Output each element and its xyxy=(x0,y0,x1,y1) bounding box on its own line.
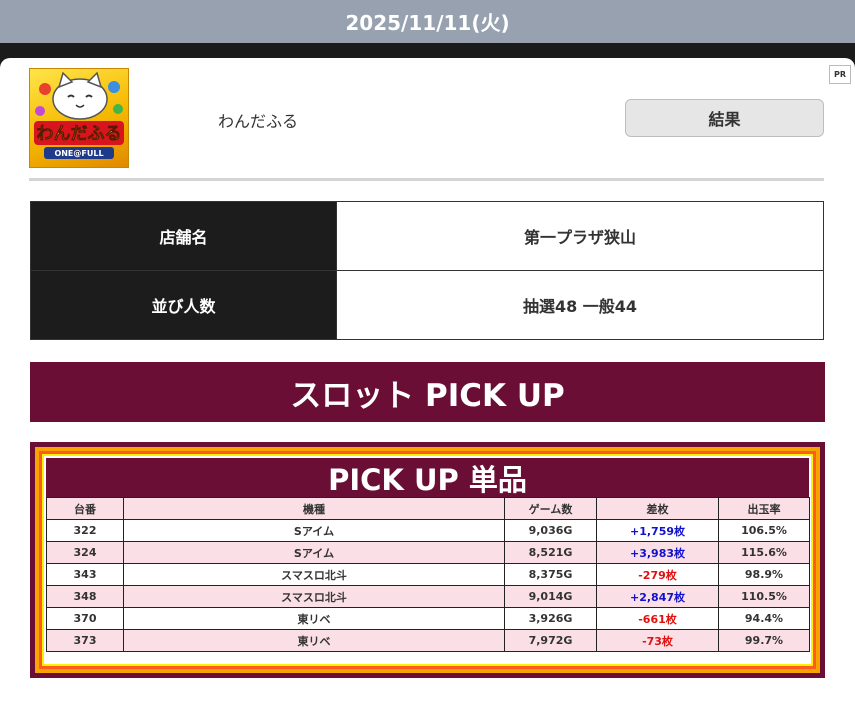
payout-rate: 115.6% xyxy=(718,541,810,564)
payout-rate: 110.5% xyxy=(718,585,810,608)
game-count: 7,972G xyxy=(504,629,597,652)
slot-pickup-heading: スロット PICK UP xyxy=(30,362,825,422)
machine-name: スマスロ北斗 xyxy=(123,585,505,608)
pickup-header-row: 台番 機種 ゲーム数 差枚 出玉率 xyxy=(46,497,810,520)
machine-number: 324 xyxy=(46,541,124,564)
machine-number: 343 xyxy=(46,563,124,586)
medal-diff: +2,847枚 xyxy=(596,585,719,608)
payout-rate: 99.7% xyxy=(718,629,810,652)
medal-diff: -73枚 xyxy=(596,629,719,652)
machine-number: 322 xyxy=(46,519,124,542)
game-count: 9,036G xyxy=(504,519,597,542)
column-header-machine: 機種 xyxy=(123,497,505,520)
machine-name: 東リベ xyxy=(123,607,505,630)
medal-diff: +1,759枚 xyxy=(596,519,719,542)
game-count: 9,014G xyxy=(504,585,597,608)
table-row: 348 スマスロ北斗 9,014G +2,847枚 110.5% xyxy=(46,585,810,608)
store-name-value: 第一プラザ狭山 xyxy=(336,201,824,271)
column-header-games: ゲーム数 xyxy=(504,497,597,520)
table-row: 373 東リベ 7,972G -73枚 99.7% xyxy=(46,629,810,652)
column-header-diff: 差枚 xyxy=(596,497,719,520)
game-count: 8,375G xyxy=(504,563,597,586)
cat-mascot-icon: わんだふる ONE@FULL xyxy=(34,71,124,159)
pickup-table: 台番 機種 ゲーム数 差枚 出玉率 322 Sアイム 9,036G +1,759… xyxy=(46,497,810,652)
store-name-row: 店舗名 第一プラザ狭山 xyxy=(30,201,824,271)
machine-name: スマスロ北斗 xyxy=(123,563,505,586)
machine-number: 370 xyxy=(46,607,124,630)
table-row: 324 Sアイム 8,521G +3,983枚 115.6% xyxy=(46,541,810,564)
app-logo: わんだふる ONE@FULL xyxy=(29,68,129,168)
medal-diff: -279枚 xyxy=(596,563,719,586)
queue-count-value: 抽選48 一般44 xyxy=(336,270,824,340)
medal-diff: +3,983枚 xyxy=(596,541,719,564)
machine-number: 373 xyxy=(46,629,124,652)
column-header-number: 台番 xyxy=(46,497,124,520)
payout-rate: 98.9% xyxy=(718,563,810,586)
logo-title: わんだふる xyxy=(37,124,122,144)
table-row: 343 スマスロ北斗 8,375G -279枚 98.9% xyxy=(46,563,810,586)
queue-count-label: 並び人数 xyxy=(30,270,337,340)
date-text: 2025/11/11(火) xyxy=(345,11,510,35)
app-name: わんだふる xyxy=(218,112,299,131)
game-count: 8,521G xyxy=(504,541,597,564)
store-info-table: 店舗名 第一プラザ狭山 並び人数 抽選48 一般44 xyxy=(30,201,824,340)
table-row: 322 Sアイム 9,036G +1,759枚 106.5% xyxy=(46,519,810,542)
machine-name: Sアイム xyxy=(123,519,505,542)
pickup-title: PICK UP 単品 xyxy=(46,458,809,497)
logo-subtitle: ONE@FULL xyxy=(54,149,103,158)
machine-number: 348 xyxy=(46,585,124,608)
column-header-rate: 出玉率 xyxy=(718,497,810,520)
store-name-label: 店舗名 xyxy=(30,201,337,271)
queue-count-row: 並び人数 抽選48 一般44 xyxy=(30,270,824,340)
game-count: 3,926G xyxy=(504,607,597,630)
payout-rate: 94.4% xyxy=(718,607,810,630)
table-row: 370 東リベ 3,926G -661枚 94.4% xyxy=(46,607,810,630)
medal-diff: -661枚 xyxy=(596,607,719,630)
payout-rate: 106.5% xyxy=(718,519,810,542)
date-header: 2025/11/11(火) xyxy=(0,0,855,43)
section-divider xyxy=(29,178,824,181)
header-divider xyxy=(0,43,855,58)
machine-name: 東リベ xyxy=(123,629,505,652)
machine-name: Sアイム xyxy=(123,541,505,564)
result-button[interactable]: 結果 xyxy=(625,99,824,137)
pr-badge[interactable]: PR xyxy=(829,65,851,84)
